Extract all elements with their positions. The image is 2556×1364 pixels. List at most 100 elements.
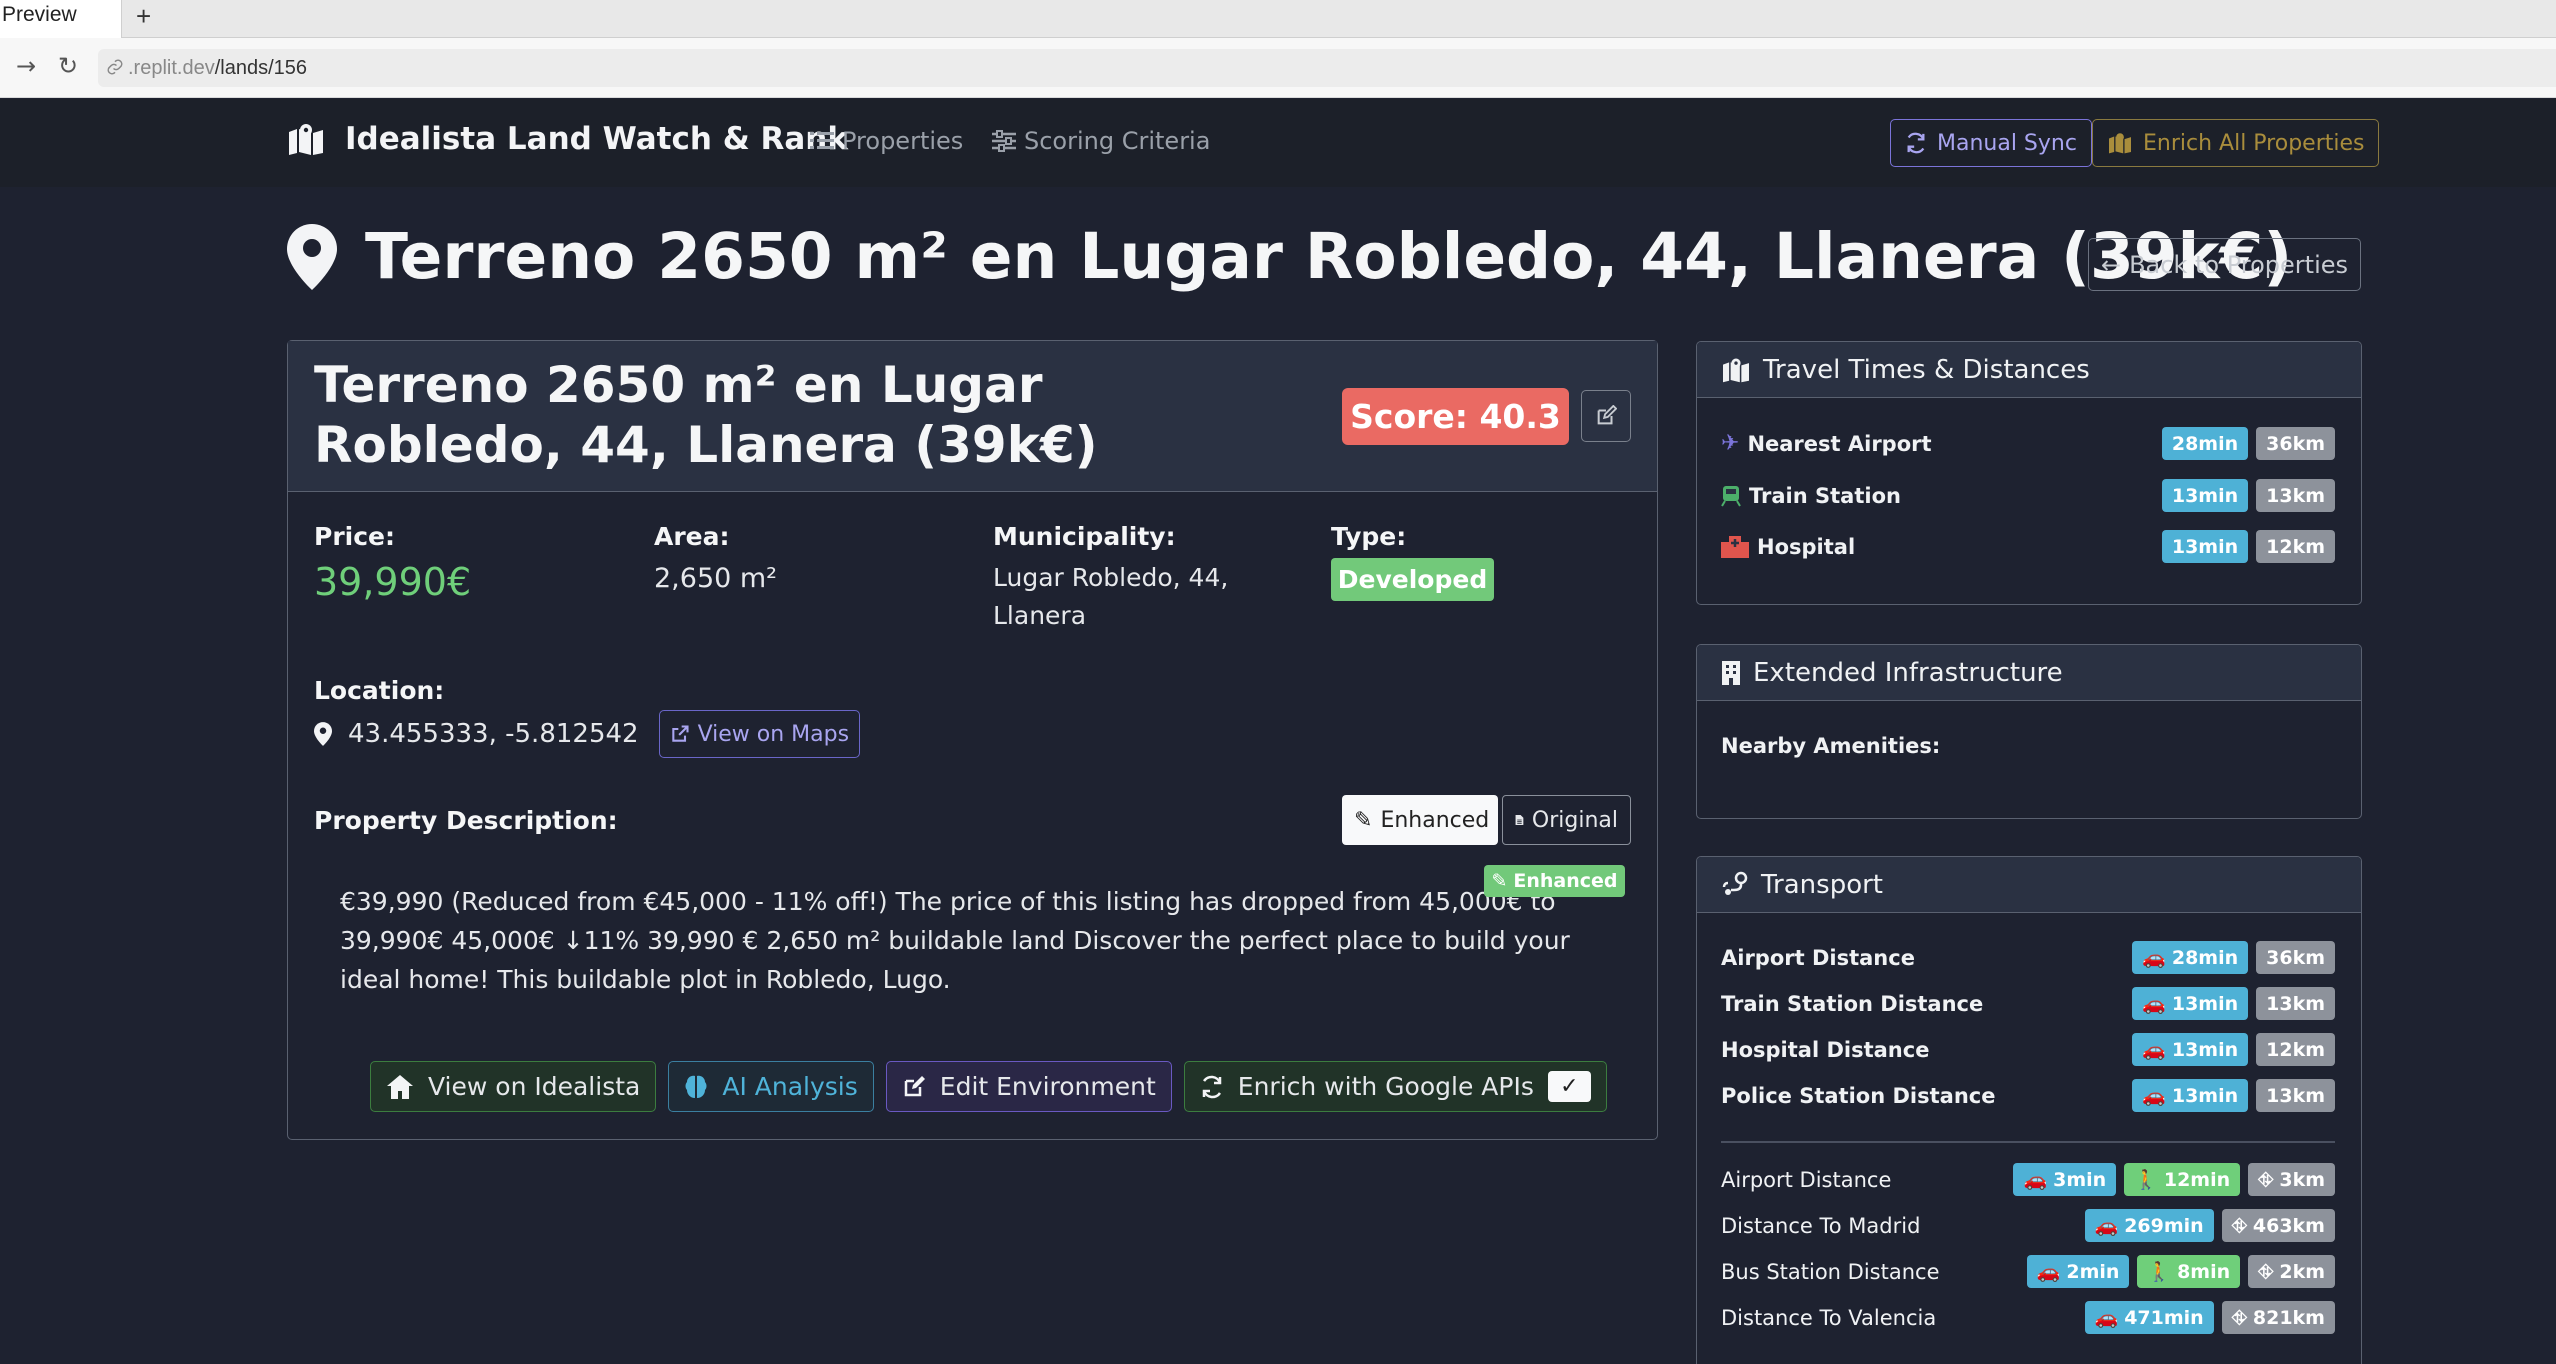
score-badge: Score: 40.3 xyxy=(1342,388,1569,445)
list-item: ✈ Nearest Airport 28min 36km xyxy=(1721,427,2335,460)
time-badge: 28min xyxy=(2161,427,2249,460)
distance-badge: ⛗ 3km xyxy=(2248,1163,2335,1196)
view-on-maps-label: View on Maps xyxy=(697,721,850,747)
toggle-enhanced-label: Enhanced xyxy=(1380,807,1490,833)
plane-icon: ✈ xyxy=(1721,431,1740,456)
new-tab-button[interactable]: + xyxy=(136,1,151,32)
manual-sync-button[interactable]: Manual Sync xyxy=(1890,119,2092,167)
train-icon xyxy=(1721,485,1741,507)
action-buttons: View on Idealista AI Analysis Edit Envir… xyxy=(370,1061,1607,1112)
distance-badge: 13km xyxy=(2256,987,2335,1020)
type-badge: Developed xyxy=(1331,558,1494,601)
home-icon xyxy=(387,1074,413,1099)
edit-icon xyxy=(904,1075,925,1096)
distance-badge: ⛗ 2km xyxy=(2248,1255,2335,1288)
transport-header-label: Transport xyxy=(1761,869,1884,900)
travel-header-label: Travel Times & Distances xyxy=(1763,354,2090,385)
walking-icon: 🚶 xyxy=(2147,1261,2172,1283)
enhanced-tag: ✎ Enhanced xyxy=(1484,865,1625,897)
list-item: Train Station Distance 🚗 13min 13km xyxy=(1721,987,2335,1020)
hospital-icon xyxy=(1721,535,1749,558)
toggle-original-button[interactable]: Original xyxy=(1502,795,1631,845)
car-icon: 🚗 xyxy=(2142,1085,2166,1107)
ai-analysis-button[interactable]: AI Analysis xyxy=(668,1061,874,1112)
nav-properties-label: Properties xyxy=(842,127,964,155)
list-item: Train Station 13min 13km xyxy=(1721,479,2335,512)
car-icon: 🚗 xyxy=(2094,1215,2119,1237)
edit-score-button[interactable] xyxy=(1581,390,1631,442)
app-navbar: Idealista Land Watch & Rank Properties S… xyxy=(0,99,2556,187)
manual-sync-label: Manual Sync xyxy=(1937,130,2077,156)
car-icon: 🚗 xyxy=(2142,947,2166,969)
browser-urlbar: → ↻ .replit.dev/lands/156 xyxy=(0,38,2556,98)
back-to-properties-button[interactable]: ← Back to Properties xyxy=(2088,238,2361,291)
travel-panel-header: Travel Times & Distances xyxy=(1697,342,2361,398)
page-title-text: Terreno 2650 m² en Lugar Robledo, 44, Ll… xyxy=(365,220,2293,293)
file-icon xyxy=(1515,814,1524,826)
brand-title: Idealista Land Watch & Rank xyxy=(345,121,848,157)
nav-scoring-criteria[interactable]: Scoring Criteria xyxy=(992,127,1210,155)
nav-scoring-label: Scoring Criteria xyxy=(1024,127,1211,155)
property-card-header: Terreno 2650 m² en Lugar Robledo, 44, Ll… xyxy=(288,341,1657,492)
car-icon: 🚗 xyxy=(2023,1169,2048,1191)
car-icon: 🚗 xyxy=(2142,1039,2166,1061)
building-icon xyxy=(1722,660,1740,685)
nav-properties[interactable]: Properties xyxy=(810,127,963,155)
forward-icon[interactable]: → xyxy=(16,52,36,80)
pencil-icon: ✎ xyxy=(1491,870,1508,892)
distance-badge: ⛗ 463km xyxy=(2221,1209,2335,1242)
enrich-google-button[interactable]: Enrich with Google APIs ✓ xyxy=(1183,1061,1607,1112)
nearby-amenities-label: Nearby Amenities: xyxy=(1721,734,1941,758)
drive-time-badge: 🚗 13min xyxy=(2132,1079,2249,1112)
view-on-idealista-label: View on Idealista xyxy=(428,1072,641,1101)
enrich-all-button[interactable]: Enrich All Properties xyxy=(2092,119,2380,167)
price-value: 39,990€ xyxy=(314,560,472,604)
infrastructure-panel: Extended Infrastructure Nearby Amenities… xyxy=(1696,644,2362,819)
property-card: Terreno 2650 m² en Lugar Robledo, 44, Ll… xyxy=(287,340,1658,1140)
list-item: Airport Distance 🚗 28min 36km xyxy=(1721,941,2335,974)
browser-tab[interactable]: Preview xyxy=(0,0,122,38)
toggle-enhanced-button[interactable]: ✎ Enhanced xyxy=(1342,795,1498,845)
brain-icon xyxy=(685,1075,707,1098)
edit-environment-button[interactable]: Edit Environment xyxy=(885,1061,1172,1112)
sync-icon xyxy=(1907,132,1925,154)
road-icon: ⛗ xyxy=(2231,1306,2247,1329)
coordinates: 43.455333, -5.812542 xyxy=(348,719,639,749)
edit-environment-label: Edit Environment xyxy=(939,1072,1156,1101)
car-icon: 🚗 xyxy=(2142,993,2166,1015)
brand[interactable]: Idealista Land Watch & Rank xyxy=(287,121,848,157)
back-label: Back to Properties xyxy=(2129,250,2348,279)
transport-panel: Transport Airport Distance 🚗 28min 36km Tr… xyxy=(1696,856,2362,1364)
list-item: Hospital 13min 12km xyxy=(1721,530,2335,563)
travel-panel: Travel Times & Distances ✈ Nearest Airpor… xyxy=(1696,341,2362,605)
transport-panel-header: Transport xyxy=(1697,857,2361,913)
distance-badge: 12km xyxy=(2256,530,2335,563)
location-row: 43.455333, -5.812542 View on Maps xyxy=(314,710,861,758)
road-icon: ⛗ xyxy=(2258,1168,2274,1191)
list-item: Airport Distance 🚗 3min 🚶 12min ⛗ 3km xyxy=(1721,1163,2335,1196)
page-title: Terreno 2650 m² en Lugar Robledo, 44, Ll… xyxy=(287,220,2292,293)
url-input[interactable]: .replit.dev/lands/156 xyxy=(98,49,2556,87)
enrich-google-label: Enrich with Google APIs xyxy=(1237,1072,1534,1101)
walk-time-badge: 🚶 12min xyxy=(2124,1163,2241,1196)
list-item: Bus Station Distance 🚗 2min 🚶 8min ⛗ 2km xyxy=(1721,1255,2335,1288)
description-text: €39,990 (Reduced from €45,000 - 11% off!… xyxy=(340,887,1570,994)
municipality-label: Municipality: xyxy=(993,522,1176,551)
view-on-idealista-button[interactable]: View on Idealista xyxy=(370,1061,657,1112)
time-badge: 13min xyxy=(2161,530,2249,563)
drive-time-badge: 🚗 13min xyxy=(2132,987,2249,1020)
ai-analysis-label: AI Analysis xyxy=(722,1072,858,1101)
arrow-left-icon: ← xyxy=(2100,250,2122,279)
tab-title: Preview xyxy=(2,3,77,26)
map-icon xyxy=(2109,133,2131,154)
reload-icon[interactable]: ↻ xyxy=(58,52,78,80)
check-icon: ✓ xyxy=(1547,1071,1591,1102)
location-label: Location: xyxy=(314,676,445,705)
enhanced-tag-label: Enhanced xyxy=(1513,870,1618,892)
drive-time-badge: 🚗 471min xyxy=(2084,1301,2214,1334)
distance-badge: 36km xyxy=(2256,427,2335,460)
drive-time-badge: 🚗 3min xyxy=(2013,1163,2117,1196)
view-on-maps-button[interactable]: View on Maps xyxy=(658,710,861,758)
drive-time-badge: 🚗 13min xyxy=(2132,1033,2249,1066)
external-link-icon xyxy=(671,725,689,742)
